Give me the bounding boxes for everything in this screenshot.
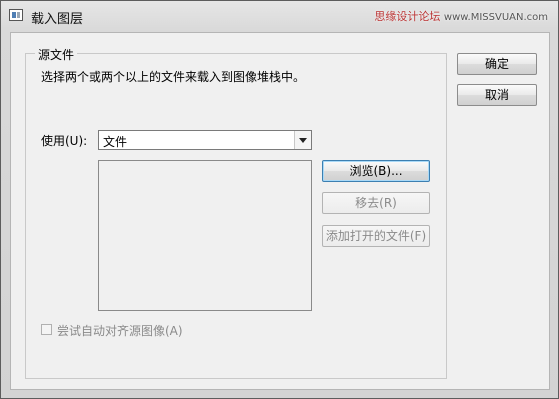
source-files-legend: 源文件	[35, 46, 78, 63]
browse-button[interactable]: 浏览(B)...	[322, 160, 430, 182]
title-bar: 载入图层 思缘设计论坛 www.MISSVUAN.com	[1, 1, 558, 31]
window-icon	[9, 9, 23, 21]
cancel-button[interactable]: 取消	[457, 84, 537, 106]
auto-align-label: 尝试自动对齐源图像(A)	[57, 324, 183, 338]
dialog-body: 源文件 选择两个或两个以上的文件来载入到图像堆栈中。 使用(U): 文件 浏览(…	[10, 32, 550, 390]
ok-button[interactable]: 确定	[457, 53, 537, 75]
load-layers-dialog: 载入图层 思缘设计论坛 www.MISSVUAN.com 源文件 选择两个或两个…	[0, 0, 559, 399]
file-list[interactable]	[98, 160, 312, 311]
watermark: 思缘设计论坛 www.MISSVUAN.com	[374, 8, 548, 24]
watermark-text: 思缘设计论坛	[374, 10, 441, 23]
use-dropdown-value: 文件	[103, 135, 128, 149]
auto-align-checkbox[interactable]	[41, 324, 52, 335]
add-open-files-button[interactable]: 添加打开的文件(F)	[322, 225, 430, 247]
chevron-down-icon[interactable]	[294, 131, 311, 149]
use-label: 使用(U):	[41, 134, 88, 148]
use-dropdown[interactable]: 文件	[98, 130, 312, 150]
remove-button[interactable]: 移去(R)	[322, 192, 430, 214]
window-title: 载入图层	[31, 12, 84, 27]
watermark-url: www.MISSVUAN.com	[443, 12, 548, 23]
source-description: 选择两个或两个以上的文件来载入到图像堆栈中。	[41, 70, 306, 84]
